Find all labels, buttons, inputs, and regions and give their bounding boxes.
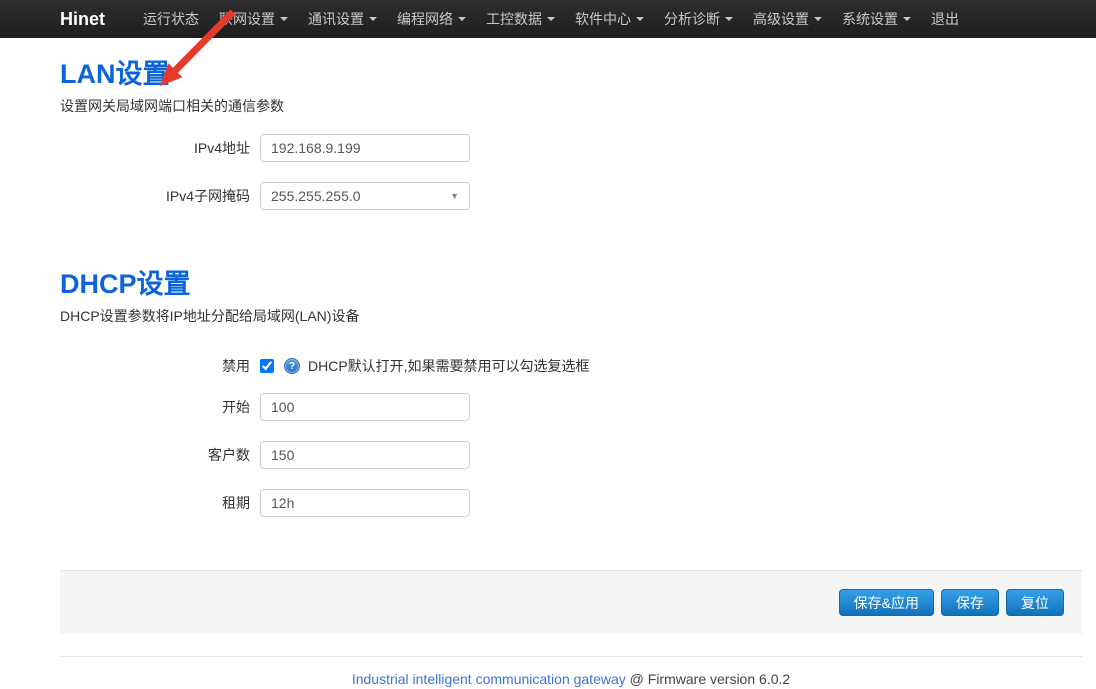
dhcp-clients-label: 客户数 [60, 445, 250, 465]
chevron-down-icon [636, 17, 644, 21]
help-question-icon[interactable]: ? [284, 358, 300, 374]
ipv4-address-input[interactable] [260, 134, 470, 162]
nav-item-software-center[interactable]: 软件中心 [565, 0, 654, 38]
lan-section-title: LAN设置 [60, 60, 1082, 88]
nav-item-label: 运行状态 [143, 9, 199, 29]
dhcp-section-subtitle: DHCP设置参数将IP地址分配给局域网(LAN)设备 [60, 306, 1082, 326]
nav-item-network-settings[interactable]: 联网设置 [209, 0, 298, 38]
dhcp-start-input[interactable] [260, 393, 470, 421]
nav-item-label: 系统设置 [842, 9, 898, 29]
dhcp-disable-row: 禁用 ? DHCP默认打开,如果需要禁用可以勾选复选框 [60, 352, 1082, 380]
nav-item-label: 联网设置 [219, 9, 275, 29]
dropdown-caret-icon: ▼ [450, 192, 459, 201]
nav-item-analysis-diagnosis[interactable]: 分析诊断 [654, 0, 743, 38]
nav-item-system-settings[interactable]: 系统设置 [832, 0, 921, 38]
dhcp-clients-input[interactable] [260, 441, 470, 469]
nav-item-label: 分析诊断 [664, 9, 720, 29]
nav-item-label: 软件中心 [575, 9, 631, 29]
dhcp-disable-hint: DHCP默认打开,如果需要禁用可以勾选复选框 [308, 356, 590, 376]
nav-item-label: 工控数据 [486, 9, 542, 29]
dhcp-lease-input[interactable] [260, 489, 470, 517]
ipv4-netmask-label: IPv4子网掩码 [60, 186, 250, 206]
nav-item-label: 高级设置 [753, 9, 809, 29]
footer-divider [60, 656, 1082, 657]
ipv4-netmask-row: IPv4子网掩码 255.255.255.0 ▼ [60, 182, 1082, 210]
dhcp-form: 禁用 ? DHCP默认打开,如果需要禁用可以勾选复选框 开始 客户数 租期 [60, 352, 1082, 517]
dhcp-clients-row: 客户数 [60, 441, 1082, 469]
ipv4-address-label: IPv4地址 [60, 138, 250, 158]
chevron-down-icon [814, 17, 822, 21]
ipv4-netmask-select[interactable]: 255.255.255.0 ▼ [260, 182, 470, 210]
ipv4-address-row: IPv4地址 [60, 134, 1082, 162]
nav-item-advanced-settings[interactable]: 高级设置 [743, 0, 832, 38]
nav-item-industrial-data[interactable]: 工控数据 [476, 0, 565, 38]
dhcp-lease-label: 租期 [60, 493, 250, 513]
dhcp-lease-row: 租期 [60, 489, 1082, 517]
footer-firmware-text: @ Firmware version 6.0.2 [626, 671, 790, 687]
nav-item-label: 退出 [931, 9, 959, 29]
nav-item-label: 通讯设置 [308, 9, 364, 29]
reset-button[interactable]: 复位 [1006, 589, 1064, 616]
chevron-down-icon [369, 17, 377, 21]
footer-gateway-link[interactable]: Industrial intelligent communication gat… [352, 671, 626, 687]
main-content: LAN设置 设置网关局域网端口相关的通信参数 IPv4地址 IPv4子网掩码 2… [0, 60, 1096, 517]
nav-item-running-status[interactable]: 运行状态 [133, 0, 209, 38]
nav-item-comm-settings[interactable]: 通讯设置 [298, 0, 387, 38]
brand-logo[interactable]: Hinet [60, 9, 105, 30]
action-bar: 保存&应用 保存 复位 [60, 570, 1082, 634]
lan-form: IPv4地址 IPv4子网掩码 255.255.255.0 ▼ [60, 134, 1082, 210]
chevron-down-icon [280, 17, 288, 21]
nav-item-logout[interactable]: 退出 [921, 0, 969, 38]
lan-section-subtitle: 设置网关局域网端口相关的通信参数 [60, 96, 1082, 116]
navbar-menu: 运行状态 联网设置 通讯设置 编程网络 工控数据 软件中心 分析诊断 高级设置 … [133, 0, 969, 38]
nav-item-programming-network[interactable]: 编程网络 [387, 0, 476, 38]
dhcp-start-row: 开始 [60, 393, 1082, 421]
dhcp-disable-label: 禁用 [60, 356, 250, 376]
nav-item-label: 编程网络 [397, 9, 453, 29]
ipv4-netmask-selected-value: 255.255.255.0 [271, 188, 361, 204]
dhcp-disable-checkbox[interactable] [260, 359, 274, 373]
dhcp-start-label: 开始 [60, 397, 250, 417]
chevron-down-icon [725, 17, 733, 21]
save-button[interactable]: 保存 [941, 589, 999, 616]
chevron-down-icon [547, 17, 555, 21]
save-apply-button[interactable]: 保存&应用 [839, 589, 934, 616]
chevron-down-icon [458, 17, 466, 21]
dhcp-section-title: DHCP设置 [60, 270, 1082, 298]
top-navbar: Hinet 运行状态 联网设置 通讯设置 编程网络 工控数据 软件中心 分析诊断… [0, 0, 1096, 38]
footer: Industrial intelligent communication gat… [60, 671, 1082, 687]
chevron-down-icon [903, 17, 911, 21]
